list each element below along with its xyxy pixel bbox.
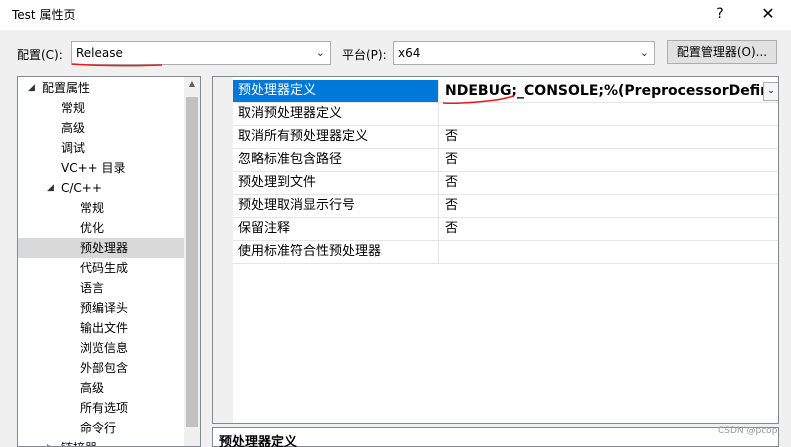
scroll-up-icon[interactable]: ▲ <box>184 79 200 88</box>
property-name: 使用标准符合性预处理器 <box>233 241 439 263</box>
property-row[interactable]: 预处理取消显示行号否 <box>233 195 778 218</box>
tree-item-label: 外部包含 <box>80 361 129 375</box>
property-row[interactable]: 保留注释否 <box>233 218 778 241</box>
config-select-value: Release <box>76 46 123 60</box>
tree-item-label: 调试 <box>61 141 86 155</box>
tree-item-label: 预处理器 <box>80 241 129 255</box>
tree-item[interactable]: VC++ 目录 <box>18 158 184 178</box>
expand-arrow-icon[interactable]: ◢ <box>28 78 35 98</box>
tree-item-label: 输出文件 <box>80 321 129 335</box>
platform-label: 平台(P): <box>342 48 387 62</box>
watermark: CSDN @pcop <box>718 426 778 436</box>
tree-item[interactable]: 常规 <box>18 198 184 218</box>
property-name: 预处理取消显示行号 <box>233 195 439 217</box>
tree-item[interactable]: ◢ C/C++ <box>18 178 184 198</box>
property-name: 保留注释 <box>233 218 439 240</box>
platform-select[interactable]: x64 ⌄ <box>393 41 655 65</box>
tree-item[interactable]: 外部包含 <box>18 358 184 378</box>
tree-item[interactable]: 调试 <box>18 138 184 158</box>
tree-item[interactable]: 高级 <box>18 378 184 398</box>
property-value[interactable]: 否 <box>440 218 778 240</box>
property-value[interactable]: 否 <box>440 126 778 148</box>
tree-item-label: 代码生成 <box>80 261 129 275</box>
property-name: 忽略标准包含路径 <box>233 149 439 171</box>
property-name: 预处理器定义 <box>233 80 439 102</box>
tree-item[interactable]: 语言 <box>18 278 184 298</box>
property-row[interactable]: 忽略标准包含路径否 <box>233 149 778 172</box>
tree-item[interactable]: 浏览信息 <box>18 338 184 358</box>
grid-gutter <box>213 77 233 423</box>
chevron-down-icon[interactable]: ⌄ <box>763 82 778 101</box>
chevron-down-icon: ⌄ <box>315 46 325 59</box>
tree-item[interactable]: 输出文件 <box>18 318 184 338</box>
description-pane: 预处理器定义 <box>212 427 779 447</box>
tree-item-label: 高级 <box>61 121 86 135</box>
tree-item-label: 配置属性 <box>42 81 91 95</box>
tree-item-label: 常规 <box>80 201 105 215</box>
property-tree: ◢ 配置属性 常规 高级 调试 VC++ 目录 ◢ C/C++ 常规 优化 预处理器 代码生成 语言 预编… <box>17 76 201 447</box>
tree-scroll-thumb[interactable] <box>186 97 198 427</box>
tree-scrollbar[interactable]: ▲ <box>184 77 200 446</box>
title-bar: Test 属性页 ? ✕ <box>0 0 791 30</box>
close-button[interactable]: ✕ <box>753 2 783 28</box>
expand-arrow-icon[interactable]: ◢ <box>47 178 54 198</box>
tree-item-label: 所有选项 <box>80 401 129 415</box>
property-value[interactable] <box>440 241 778 263</box>
tree-item-label: C/C++ <box>61 181 102 195</box>
tree-item-label: 链接器 <box>61 438 97 446</box>
config-label: 配置(C): <box>17 48 63 62</box>
tree-item-label: 高级 <box>80 381 105 395</box>
property-value[interactable]: 否 <box>440 172 778 194</box>
tree-item-label: VC++ 目录 <box>61 161 126 175</box>
tree-item[interactable]: 高级 <box>18 118 184 138</box>
property-value[interactable]: 否 <box>440 195 778 217</box>
tree-item[interactable]: ▷ 链接器 <box>18 438 184 446</box>
help-button[interactable]: ? <box>705 2 735 28</box>
property-value[interactable]: 否 <box>440 149 778 171</box>
property-grid: 预处理器定义 NDEBUG;_CONSOLE;%(PreprocessorDefi… <box>212 76 779 424</box>
tree-item[interactable]: 预编译头 <box>18 298 184 318</box>
tree-item[interactable]: ◢ 配置属性 <box>18 78 184 98</box>
property-value[interactable]: NDEBUG;_CONSOLE;%(PreprocessorDefini <box>440 80 778 102</box>
config-select[interactable]: Release ⌄ <box>71 41 331 65</box>
tree-item[interactable]: 常规 <box>18 98 184 118</box>
tree-item-label: 命令行 <box>80 421 117 435</box>
tree-item[interactable]: 预处理器 <box>18 238 184 258</box>
tree-item[interactable]: 命令行 <box>18 418 184 438</box>
property-name: 取消所有预处理器定义 <box>233 126 439 148</box>
tree-item[interactable]: 所有选项 <box>18 398 184 418</box>
tree-item[interactable]: 代码生成 <box>18 258 184 278</box>
tree-item[interactable]: 优化 <box>18 218 184 238</box>
property-value[interactable] <box>440 103 778 125</box>
config-manager-button[interactable]: 配置管理器(O)... <box>667 40 777 64</box>
platform-select-value: x64 <box>398 46 421 60</box>
property-row[interactable]: 取消预处理器定义 <box>233 103 778 126</box>
chevron-down-icon: ⌄ <box>639 46 649 59</box>
property-row[interactable]: 使用标准符合性预处理器 <box>233 241 778 264</box>
tree-item-label: 预编译头 <box>80 301 129 315</box>
property-row[interactable]: 取消所有预处理器定义否 <box>233 126 778 149</box>
property-row[interactable]: 预处理器定义 NDEBUG;_CONSOLE;%(PreprocessorDefi… <box>233 80 778 103</box>
window-title: Test 属性页 <box>12 8 76 22</box>
property-name: 预处理到文件 <box>233 172 439 194</box>
tree-item-label: 语言 <box>80 281 105 295</box>
description-title: 预处理器定义 <box>219 435 298 447</box>
expand-arrow-icon[interactable]: ▷ <box>47 438 54 446</box>
tree-item-label: 浏览信息 <box>80 341 129 355</box>
property-name: 取消预处理器定义 <box>233 103 439 125</box>
tree-item-label: 优化 <box>80 221 105 235</box>
tree-item-label: 常规 <box>61 101 86 115</box>
property-row[interactable]: 预处理到文件否 <box>233 172 778 195</box>
